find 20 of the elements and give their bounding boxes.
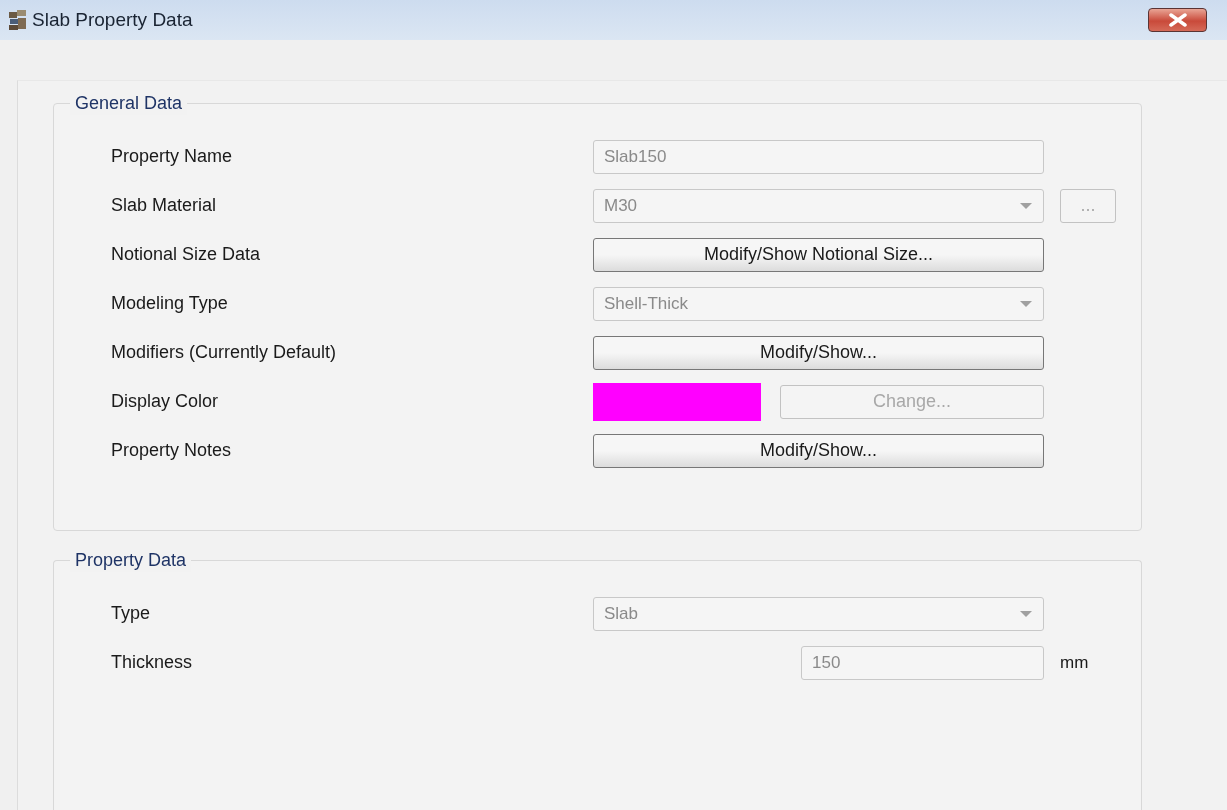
- modify-button[interactable]: Modify/Show...: [593, 335, 1044, 370]
- field-label: Type: [111, 602, 152, 625]
- window-title: Slab Property Data: [32, 7, 193, 32]
- unit-label: mm: [1060, 651, 1089, 674]
- close-icon: [1167, 13, 1188, 27]
- dropdown-arrow-icon: [1019, 201, 1033, 210]
- dropdown-arrow-icon: [1019, 609, 1033, 618]
- field-label: Property Notes: [111, 439, 233, 462]
- field-label: Display Color: [111, 390, 220, 413]
- field-label: Modeling Type: [111, 292, 229, 315]
- field-label: Property Name: [111, 145, 234, 168]
- field-label: Thickness: [111, 651, 194, 674]
- field-label: Modifiers (Currently Default): [111, 341, 338, 364]
- app-icon: [8, 9, 28, 31]
- close-button[interactable]: [1148, 8, 1207, 32]
- modify-button[interactable]: Modify/Show Notional Size...: [593, 237, 1044, 272]
- field-label: Notional Size Data: [111, 243, 262, 266]
- field-label: Slab Material: [111, 194, 218, 217]
- modify-button[interactable]: Modify/Show...: [593, 433, 1044, 468]
- dropdown-arrow-icon: [1019, 299, 1033, 308]
